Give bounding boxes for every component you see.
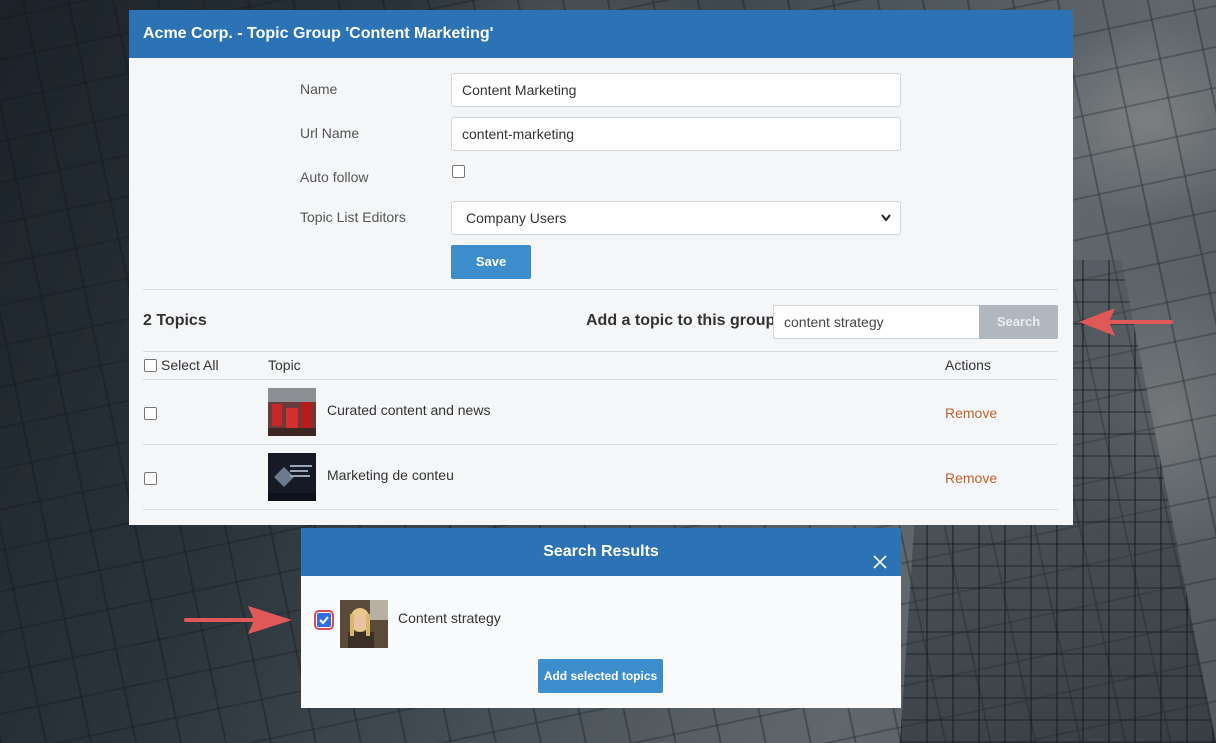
remove-link[interactable]: Remove xyxy=(945,405,997,421)
panel-header: Acme Corp. - Topic Group 'Content Market… xyxy=(129,10,1073,58)
auto-follow-label: Auto follow xyxy=(300,169,369,185)
topic-list-editors-label: Topic List Editors xyxy=(300,209,406,225)
divider xyxy=(143,289,1058,290)
topic-header: Topic xyxy=(268,357,301,373)
search-button[interactable]: Search xyxy=(979,305,1058,339)
topic-group-panel: Acme Corp. - Topic Group 'Content Market… xyxy=(129,10,1073,525)
divider xyxy=(143,444,1058,445)
result-title: Content strategy xyxy=(398,610,501,626)
topic-title[interactable]: Marketing de conteu xyxy=(327,467,454,483)
chevron-down-icon xyxy=(880,202,892,246)
modal-title: Search Results xyxy=(543,543,659,560)
topic-list-editors-select[interactable]: Company Users xyxy=(451,201,901,235)
panel-title: Acme Corp. - Topic Group 'Content Market… xyxy=(143,25,494,42)
select-all-checkbox[interactable] xyxy=(144,359,157,372)
annotation-arrow-icon xyxy=(184,604,294,641)
divider xyxy=(143,509,1058,510)
modal-header: Search Results xyxy=(301,528,901,576)
url-name-label: Url Name xyxy=(300,125,360,141)
add-topic-label: Add a topic to this group xyxy=(586,312,776,329)
url-name-input[interactable]: content-marketing xyxy=(451,117,901,151)
topic-list-editors-value: Company Users xyxy=(466,210,567,226)
auto-follow-checkbox[interactable] xyxy=(452,165,465,178)
select-all-header: Select All xyxy=(161,357,219,373)
topics-count: 2 Topics xyxy=(143,312,207,329)
result-checkbox[interactable] xyxy=(314,610,334,630)
topic-thumbnail[interactable] xyxy=(268,388,316,436)
topic-title[interactable]: Curated content and news xyxy=(327,402,490,418)
close-icon[interactable] xyxy=(871,543,889,569)
topic-thumbnail[interactable] xyxy=(268,453,316,501)
name-input[interactable]: Content Marketing xyxy=(451,73,901,107)
add-selected-topics-button[interactable]: Add selected topics xyxy=(538,659,663,693)
divider xyxy=(143,379,1058,380)
topic-search-input[interactable]: content strategy xyxy=(773,305,979,339)
actions-header: Actions xyxy=(945,357,991,373)
save-button[interactable]: Save xyxy=(451,245,531,279)
result-thumbnail xyxy=(340,600,388,648)
remove-link[interactable]: Remove xyxy=(945,470,997,486)
annotation-arrow-icon xyxy=(1077,306,1173,343)
divider xyxy=(143,351,1058,352)
name-label: Name xyxy=(300,81,338,97)
row-checkbox[interactable] xyxy=(144,472,157,485)
search-results-modal: Search Results Content strategy Add sele… xyxy=(301,528,901,708)
row-checkbox[interactable] xyxy=(144,407,157,420)
